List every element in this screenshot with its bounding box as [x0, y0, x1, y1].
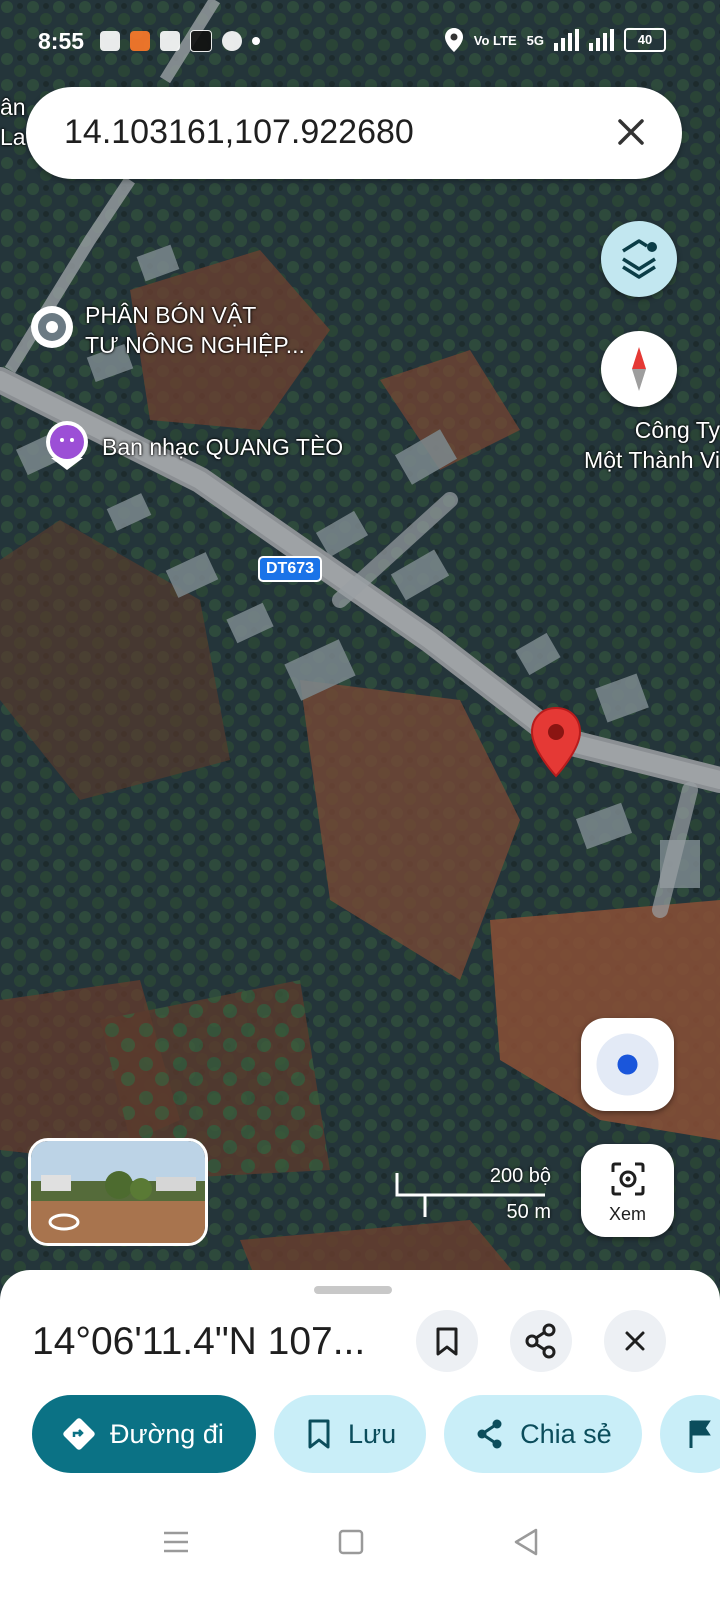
company-line-1: Công Ty [634, 417, 720, 443]
search-bar[interactable]: 14.103161,107.922680 [26, 87, 682, 179]
action-buttons: Đường đi Lưu Chia sẻ [32, 1395, 720, 1473]
edge-label-line-2: La [0, 124, 26, 150]
save-label: Lưu [348, 1418, 397, 1449]
edge-label-line-1: ân [0, 94, 26, 120]
flag-icon [689, 1420, 711, 1448]
compass-button[interactable] [601, 331, 677, 407]
battery-icon: 40 [624, 28, 666, 52]
search-input[interactable]: 14.103161,107.922680 [64, 113, 414, 152]
layers-icon [622, 239, 657, 279]
camera-lens-icon [611, 1162, 645, 1196]
poi-fertilizer-line-2: TƯ NÔNG NGHIỆP... [85, 332, 305, 358]
scale-metric: 50 m [506, 1201, 551, 1223]
scale-imperial: 200 bộ [489, 1165, 551, 1187]
map-scale: 200 bộ 50 m [395, 1165, 555, 1225]
poi-fertilizer-label[interactable]: PHÂN BÓN VẬT TƯ NÔNG NGHIỆP... [85, 300, 305, 360]
bookmark-icon [308, 1419, 330, 1449]
company-line-2: Một Thành Vi [584, 447, 720, 473]
layers-button[interactable] [601, 221, 677, 297]
lens-view-button[interactable]: Xem [581, 1144, 674, 1237]
share-label: Chia sẻ [520, 1418, 612, 1449]
more-action-button[interactable] [659, 1395, 720, 1473]
directions-label: Đường đi [110, 1418, 224, 1449]
status-time: 8:55 [38, 28, 85, 54]
my-location-icon [596, 1033, 659, 1096]
bookmark-icon [436, 1327, 458, 1356]
system-nav-bar [0, 1490, 720, 1600]
close-sheet-button[interactable] [604, 1310, 666, 1372]
compass-icon [632, 347, 646, 391]
share-icon [477, 1419, 502, 1449]
dropped-pin-icon[interactable] [530, 706, 582, 778]
home-icon[interactable] [331, 1522, 371, 1562]
signal-bars-2-icon [589, 29, 614, 51]
save-button[interactable]: Lưu [274, 1395, 427, 1473]
lens-label: Xem [608, 1204, 646, 1224]
directions-icon [63, 1418, 95, 1450]
rotate-360-icon [48, 1213, 80, 1231]
street-view-thumbnail[interactable] [28, 1138, 208, 1246]
back-icon[interactable] [506, 1522, 546, 1562]
drag-handle[interactable] [314, 1286, 392, 1294]
more-dot-icon [252, 37, 260, 45]
theater-masks-icon[interactable] [45, 420, 93, 472]
notification-icons [100, 30, 260, 52]
route-shield: DT673 [258, 556, 323, 582]
save-icon-button[interactable] [416, 1310, 478, 1372]
zalo-icon [160, 31, 180, 51]
poi-band-label[interactable]: Ban nhạc QUANG TÈO [102, 432, 343, 462]
messenger-icon [222, 31, 242, 51]
coordinates-title: 14°06'11.4"N 107... [32, 1320, 366, 1363]
close-icon[interactable] [606, 107, 656, 157]
poi-pin-icon[interactable] [28, 303, 76, 355]
menu-icon[interactable] [156, 1522, 196, 1562]
share-icon [525, 1323, 556, 1359]
shop-app-icon [130, 31, 150, 51]
signal-label: 5G [526, 32, 544, 48]
system-status: Vo LTE 5G 40 [444, 27, 666, 53]
location-icon [444, 28, 463, 52]
shopping-bag-icon [100, 31, 120, 51]
poi-fertilizer-line-1: PHÂN BÓN VẬT [85, 302, 257, 328]
directions-button[interactable]: Đường đi [32, 1395, 256, 1473]
tiktok-icon [190, 30, 212, 52]
share-icon-button[interactable] [510, 1310, 572, 1372]
company-label[interactable]: Công Ty Một Thành Vi [544, 415, 720, 475]
status-bar: 8:55 Vo LTE 5G 40 [0, 0, 720, 82]
network-label: Vo LTE [473, 32, 517, 48]
my-location-button[interactable] [581, 1018, 674, 1111]
edge-place-label: ân La [0, 92, 26, 152]
signal-bars-icon [554, 29, 579, 51]
close-icon [625, 1331, 645, 1351]
share-button[interactable]: Chia sẻ [444, 1395, 642, 1473]
